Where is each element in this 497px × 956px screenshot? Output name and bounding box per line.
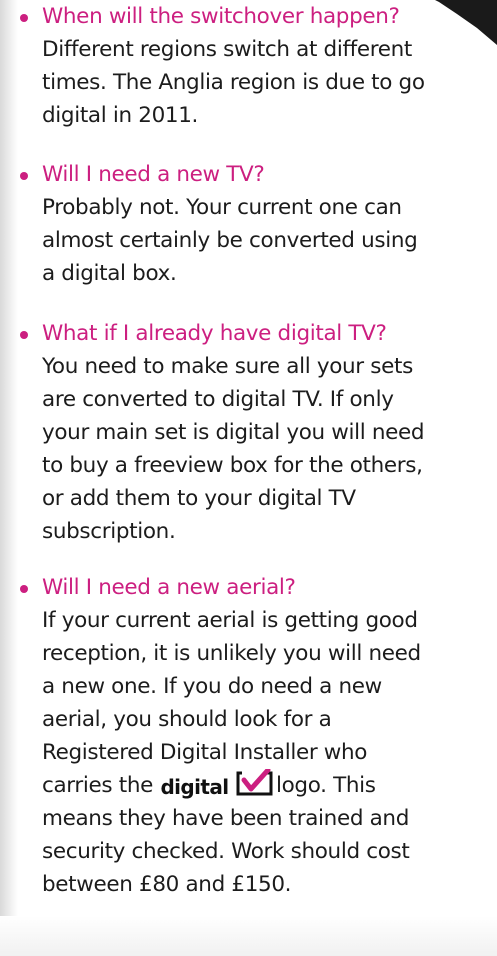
bullet-dot-icon <box>20 172 28 180</box>
answer-line: between £80 and £150. <box>42 872 292 897</box>
answer-line: a digital box. <box>42 261 177 286</box>
answer-line: reception, it is unlikely you will need <box>42 641 421 666</box>
answer-line-with-logo: carries the digital logo. This <box>42 769 497 802</box>
answer-line: subscription. <box>42 519 176 544</box>
logo-line-before: carries the <box>42 773 153 798</box>
bottom-edge-shading <box>0 916 497 956</box>
answer-line: means they have been trained and <box>42 806 410 831</box>
faq-item-digital-tv: What if I already have digital TV? You n… <box>0 317 497 548</box>
answer-line: your main set is digital you will need <box>42 420 425 445</box>
tick-box-icon <box>236 769 273 796</box>
faq-answer: Different regions switch at different ti… <box>42 33 497 132</box>
answer-line: Registered Digital Installer who <box>42 740 368 765</box>
faq-item-aerial: Will I need a new aerial? If your curren… <box>0 571 497 901</box>
faq-question: Will I need a new TV? <box>42 162 265 187</box>
bullet-dot-icon <box>20 331 28 339</box>
faq-question: When will the switchover happen? <box>42 4 400 29</box>
answer-line: If your current aerial is getting good <box>42 608 418 633</box>
answer-line: security checked. Work should cost <box>42 839 410 864</box>
faq-item-new-tv: Will I need a new TV? Probably not. Your… <box>0 158 497 290</box>
faq-question: What if I already have digital TV? <box>42 321 387 346</box>
answer-line: to buy a freeview box for the others, <box>42 453 423 478</box>
answer-line: digital in 2011. <box>42 103 199 128</box>
logo-line-after: logo. This <box>276 773 376 798</box>
answer-line: Probably not. Your current one can <box>42 195 402 220</box>
logo-word: digital <box>160 775 229 799</box>
answer-line: aerial, you should look for a <box>42 707 332 732</box>
faq-item-switchover: When will the switchover happen? Differe… <box>0 0 497 132</box>
digital-tick-logo-icon: digital <box>160 769 275 802</box>
bullet-dot-icon <box>20 585 28 593</box>
answer-line: You need to make sure all your sets <box>42 354 413 379</box>
faq-question: Will I need a new aerial? <box>42 575 296 600</box>
answer-line: or add them to your digital TV <box>42 486 356 511</box>
answer-line: Different regions switch at different <box>42 37 413 62</box>
answer-line: a new one. If you do need a new <box>42 674 382 699</box>
faq-answer: You need to make sure all your sets are … <box>42 350 497 548</box>
answer-line: almost certainly be converted using <box>42 228 418 253</box>
answer-line: are converted to digital TV. If only <box>42 387 394 412</box>
bullet-dot-icon <box>20 14 28 22</box>
answer-line: times. The Anglia region is due to go <box>42 70 425 95</box>
faq-answer: Probably not. Your current one can almos… <box>42 191 497 290</box>
faq-answer: If your current aerial is getting good r… <box>42 604 497 901</box>
